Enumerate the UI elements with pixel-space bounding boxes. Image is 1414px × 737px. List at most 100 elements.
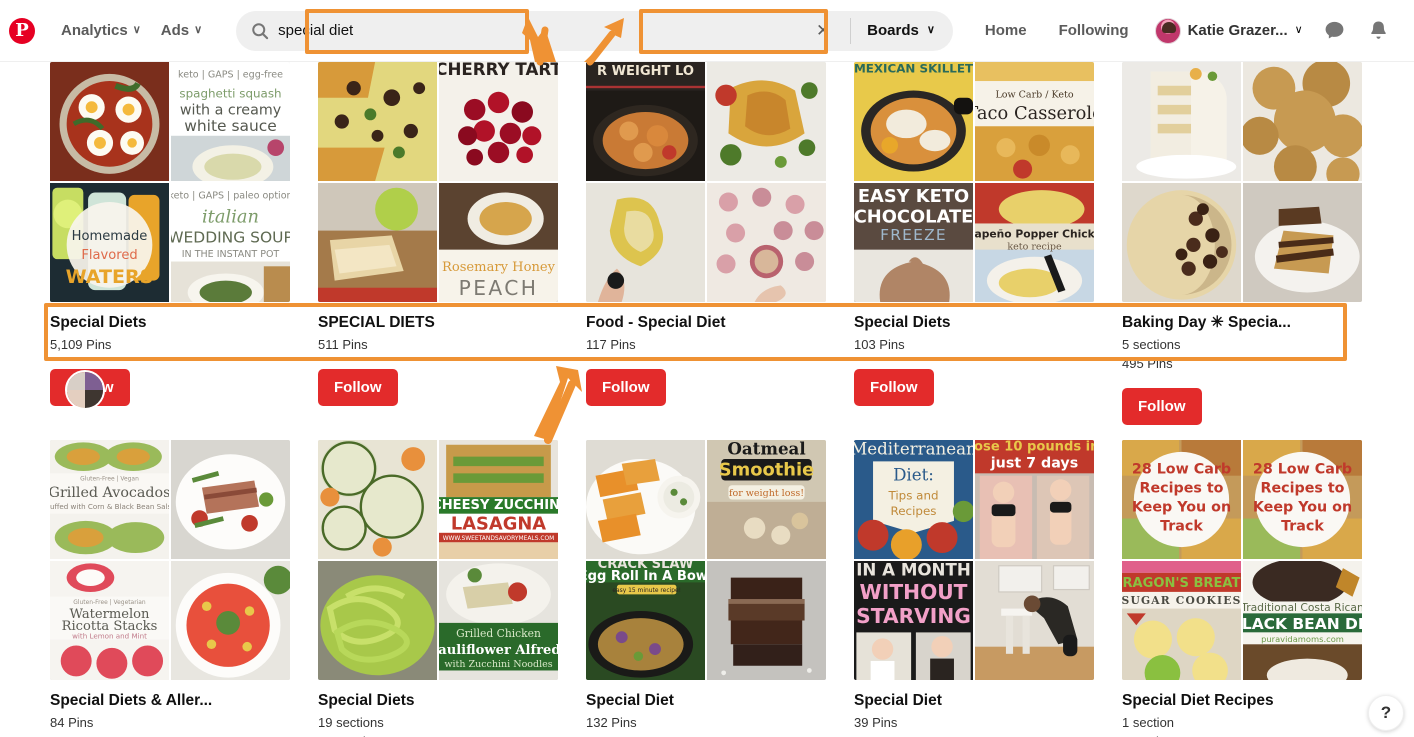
svg-text:CHEESY ZUCCHINI: CHEESY ZUCCHINI bbox=[439, 498, 558, 513]
cover-tile: CRACK SLAW Egg Roll In A Bowl easy 15 mi… bbox=[586, 561, 705, 680]
cover-tile: Low Carb / Keto Taco Casserole bbox=[975, 62, 1094, 181]
cover-tile bbox=[707, 561, 826, 680]
board-cover-collage[interactable]: MEXICAN SKILLET Low Carb / Keto aco Cass… bbox=[854, 62, 1094, 302]
svg-text:Cauliflower Alfredo: Cauliflower Alfredo bbox=[439, 643, 558, 658]
svg-text:Gluten-Free | Vegetarian: Gluten-Free | Vegetarian bbox=[73, 599, 146, 606]
board-title[interactable]: Special Diet Recipes bbox=[1122, 692, 1362, 711]
svg-text:LASAGNA: LASAGNA bbox=[451, 513, 546, 534]
svg-text:with Zucchini Noodles: with Zucchini Noodles bbox=[444, 659, 552, 670]
board-card: 28 Low Carb Recipes to Keep You on Track bbox=[1122, 440, 1362, 737]
messages-icon bbox=[1325, 21, 1344, 39]
board-cover-collage[interactable]: Oatmeal Smoothie for weight loss! CRACK … bbox=[586, 440, 826, 680]
cover-tile bbox=[975, 561, 1094, 680]
follow-button[interactable]: Follow bbox=[318, 368, 398, 406]
board-pins-count: 132 Pins bbox=[586, 714, 637, 730]
cover-tile bbox=[586, 440, 705, 559]
svg-text:Oatmeal: Oatmeal bbox=[727, 440, 805, 458]
chevron-down-icon: ∨ bbox=[132, 24, 141, 36]
svg-text:Homemade: Homemade bbox=[72, 229, 148, 244]
board-pins-count: 84 Pins bbox=[50, 714, 94, 730]
board-card: Baking Day ✳ Specia... 5 sections 495 Pi… bbox=[1122, 62, 1362, 425]
svg-text:Diet:: Diet: bbox=[893, 465, 934, 484]
pinterest-search-page: P Analytics ∨ Ads ∨ ✕ bbox=[0, 0, 1414, 737]
cover-tile bbox=[707, 183, 826, 302]
cover-tile: 28 Low Carb Recipes to Keep You on Track bbox=[1122, 440, 1241, 559]
board-title[interactable]: Food - Special Diet bbox=[586, 314, 826, 333]
board-title[interactable]: Special Diet bbox=[854, 692, 1094, 711]
board-cover-collage[interactable]: CHEESY ZUCCHINI LASAGNA WWW.SWEETANDSAVO… bbox=[318, 440, 558, 680]
board-title[interactable]: Special Diet bbox=[586, 692, 826, 711]
cover-tile: Jalapeño Popper Chicken keto recipe bbox=[975, 183, 1094, 302]
nav-ads-menu[interactable]: Ads ∨ bbox=[151, 14, 212, 47]
board-title[interactable]: Baking Day ✳ Specia... bbox=[1122, 314, 1362, 333]
board-sections-count: 5 sections bbox=[1122, 336, 1181, 352]
svg-text:R WEIGHT LO: R WEIGHT LO bbox=[597, 64, 694, 79]
board-cover-collage[interactable]: CHERRY TART Rosemary Honey PEACH bbox=[318, 62, 558, 302]
svg-text:FREEZE: FREEZE bbox=[880, 226, 947, 244]
board-cover-collage[interactable] bbox=[1122, 62, 1362, 302]
board-title[interactable]: Special Diets bbox=[50, 314, 290, 333]
board-cover-collage[interactable]: R WEIGHT LO bbox=[586, 62, 826, 302]
help-button[interactable]: ? bbox=[1368, 695, 1404, 731]
svg-text:DRAGON'S BREATH: DRAGON'S BREATH bbox=[1122, 576, 1241, 591]
board-title[interactable]: Special Diets & Aller... bbox=[50, 692, 290, 711]
notifications-button[interactable] bbox=[1359, 11, 1399, 51]
search-scope-boards-dropdown[interactable]: Boards ∨ bbox=[851, 11, 953, 51]
svg-text:Tips and: Tips and bbox=[887, 489, 938, 503]
board-cover-collage[interactable]: Gluten-Free | Vegan Grilled Avocados stu… bbox=[50, 440, 290, 680]
svg-text:lose 10 pounds in: lose 10 pounds in bbox=[975, 440, 1094, 455]
svg-text:WEDDING SOUP: WEDDING SOUP bbox=[171, 229, 290, 247]
nav-analytics-label: Analytics bbox=[61, 22, 128, 39]
svg-text:spaghetti squash: spaghetti squash bbox=[179, 87, 281, 101]
search-bar[interactable] bbox=[236, 10, 797, 51]
board-pins-count: 363 Pins bbox=[1122, 733, 1362, 737]
board-cover-collage[interactable]: Mediterranean Diet: Tips and Recipes los… bbox=[854, 440, 1094, 680]
ads-button[interactable] bbox=[1403, 11, 1414, 51]
board-title[interactable]: SPECIAL DIETS bbox=[318, 314, 558, 333]
follow-button[interactable]: Follow bbox=[586, 368, 666, 406]
nav-following-link[interactable]: Following bbox=[1045, 13, 1143, 48]
cover-tile bbox=[1122, 183, 1241, 302]
svg-text:Track: Track bbox=[1281, 518, 1324, 534]
search-area: ✕ Boards ∨ bbox=[236, 10, 953, 51]
svg-text:with a creamy: with a creamy bbox=[180, 102, 282, 118]
svg-text:keto recipe: keto recipe bbox=[1007, 242, 1062, 253]
follow-button[interactable]: Follow bbox=[1122, 387, 1202, 425]
cover-tile bbox=[707, 62, 826, 181]
board-title[interactable]: Special Diets bbox=[318, 692, 558, 711]
board-pins-count: 1,784 Pins bbox=[318, 733, 558, 737]
board-cover-collage[interactable]: 28 Low Carb Recipes to Keep You on Track bbox=[1122, 440, 1362, 680]
svg-text:MEXICAN SKILLET: MEXICAN SKILLET bbox=[854, 62, 973, 76]
svg-text:Recipes: Recipes bbox=[891, 504, 937, 518]
svg-text:BLACK BEAN DIP: BLACK BEAN DIP bbox=[1243, 615, 1362, 633]
svg-text:Track: Track bbox=[1160, 518, 1203, 534]
svg-text:Smoothie: Smoothie bbox=[719, 460, 814, 481]
board-sections-count: 19 sections bbox=[318, 714, 384, 730]
board-results-grid: keto | GAPS | egg-free spaghetti squash … bbox=[0, 62, 1414, 737]
board-card: Gluten-Free | Vegan Grilled Avocados stu… bbox=[50, 440, 290, 733]
nav-home-link[interactable]: Home bbox=[971, 13, 1041, 48]
header-right-nav: Home Following Katie Grazer... ∨ bbox=[971, 11, 1414, 51]
cover-tile: Gluten-Free | Vegan Grilled Avocados stu… bbox=[50, 440, 169, 559]
search-input[interactable] bbox=[278, 13, 797, 48]
nav-analytics-menu[interactable]: Analytics ∨ bbox=[51, 14, 151, 47]
board-pins-count: 39 Pins bbox=[854, 714, 898, 730]
cover-tile: Rosemary Honey PEACH bbox=[439, 183, 558, 302]
cover-tile: 28 Low Carb Recipes to Keep You on Track bbox=[1243, 440, 1362, 559]
board-card: MEXICAN SKILLET Low Carb / Keto aco Cass… bbox=[854, 62, 1094, 406]
board-cover-collage[interactable]: keto | GAPS | egg-free spaghetti squash … bbox=[50, 62, 290, 410]
svg-text:28 Low Carb: 28 Low Carb bbox=[1132, 461, 1231, 477]
account-menu[interactable]: Katie Grazer... ∨ bbox=[1147, 12, 1311, 50]
clear-search-button[interactable]: ✕ bbox=[796, 10, 851, 51]
pinterest-logo-icon[interactable]: P bbox=[9, 17, 35, 44]
cover-tile bbox=[318, 62, 437, 181]
notifications-bell-icon bbox=[1371, 21, 1387, 39]
cover-tile bbox=[318, 440, 437, 559]
cover-tile: Mediterranean Diet: Tips and Recipes bbox=[854, 440, 973, 559]
follow-button[interactable]: Follow bbox=[854, 368, 934, 406]
messages-button[interactable] bbox=[1315, 11, 1355, 51]
svg-text:with Lemon and Mint: with Lemon and Mint bbox=[72, 631, 147, 640]
svg-text:Recipes to: Recipes to bbox=[1140, 480, 1224, 496]
board-title[interactable]: Special Diets bbox=[854, 314, 1094, 333]
cover-tile bbox=[586, 183, 705, 302]
